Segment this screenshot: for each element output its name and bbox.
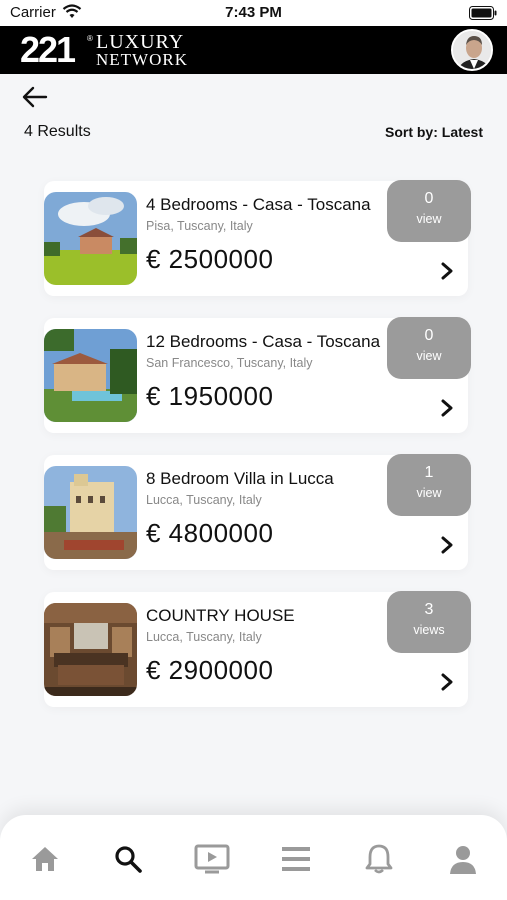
listing-title: 4 Bedrooms - Casa - Toscana	[146, 195, 371, 214]
chevron-right-icon[interactable]	[440, 398, 454, 418]
listing-title: 12 Bedrooms - Casa - Toscana	[146, 332, 381, 351]
listing-title: 8 Bedroom Villa in Lucca	[146, 469, 334, 488]
views-count: 0	[424, 327, 434, 344]
menu-icon	[282, 847, 310, 871]
listing-photo	[44, 329, 137, 422]
views-label: view	[416, 212, 442, 226]
views-count: 3	[424, 601, 434, 618]
sort-dropdown[interactable]: Sort by: Latest	[385, 124, 483, 140]
nav-search[interactable]	[108, 841, 148, 877]
nav-notifications[interactable]	[359, 841, 399, 877]
results-count: 4 Results	[24, 123, 91, 140]
avatar-portrait	[453, 31, 491, 69]
profile-icon	[450, 846, 476, 874]
listing-location: San Francesco, Tuscany, Italy	[146, 356, 313, 370]
home-icon	[32, 847, 58, 871]
battery-icon	[469, 6, 497, 20]
logo-word-network: NETWORK	[96, 50, 188, 69]
user-avatar-icon[interactable]	[451, 29, 493, 71]
nav-menu[interactable]	[276, 841, 316, 877]
listing-price: € 2900000	[146, 655, 274, 685]
views-label: view	[416, 349, 442, 363]
listing-card[interactable]: 8 Bedroom Villa in Lucca Lucca, Tuscany,…	[44, 454, 471, 570]
views-label: views	[413, 623, 445, 637]
views-count: 1	[424, 464, 434, 481]
views-count: 0	[424, 190, 434, 207]
listing-location: Pisa, Tuscany, Italy	[146, 219, 253, 233]
nav-home[interactable]	[25, 841, 65, 877]
listing-price: € 1950000	[146, 381, 274, 411]
logo-registered-mark: ®	[87, 34, 93, 43]
chevron-right-icon[interactable]	[440, 261, 454, 281]
nav-video[interactable]	[192, 841, 232, 877]
app-header: 221 ® LUXURY NETWORK	[0, 26, 507, 74]
nav-profile[interactable]	[443, 841, 483, 877]
logo-number: 221	[20, 29, 76, 70]
bottom-nav	[0, 815, 507, 900]
chevron-right-icon[interactable]	[440, 535, 454, 555]
bell-icon	[365, 844, 393, 874]
search-icon	[115, 846, 142, 873]
logo-word-luxury: LUXURY	[96, 31, 185, 53]
chevron-right-icon[interactable]	[440, 672, 454, 692]
views-label: view	[416, 486, 442, 500]
listing-price: € 2500000	[146, 244, 274, 274]
listing-price: € 4800000	[146, 518, 274, 548]
listing-card[interactable]: COUNTRY HOUSE Lucca, Tuscany, Italy € 29…	[44, 591, 471, 707]
listing-photo	[44, 466, 137, 559]
video-icon	[194, 844, 230, 874]
status-bar: Carrier 7:43 PM	[0, 0, 507, 26]
views-badge: 0 view	[387, 317, 471, 379]
listing-location: Lucca, Tuscany, Italy	[146, 630, 262, 644]
listing-photo	[44, 192, 137, 285]
views-badge: 0 view	[387, 180, 471, 242]
status-time: 7:43 PM	[225, 4, 282, 21]
back-arrow-icon[interactable]	[20, 84, 50, 110]
listing-title: COUNTRY HOUSE	[146, 606, 295, 625]
views-badge: 3 views	[387, 591, 471, 653]
listing-photo	[44, 603, 137, 696]
listing-card[interactable]: 12 Bedrooms - Casa - Toscana San Frances…	[44, 317, 471, 433]
listing-card[interactable]: 4 Bedrooms - Casa - Toscana Pisa, Tuscan…	[44, 180, 471, 296]
listing-location: Lucca, Tuscany, Italy	[146, 493, 262, 507]
views-badge: 1 view	[387, 454, 471, 516]
